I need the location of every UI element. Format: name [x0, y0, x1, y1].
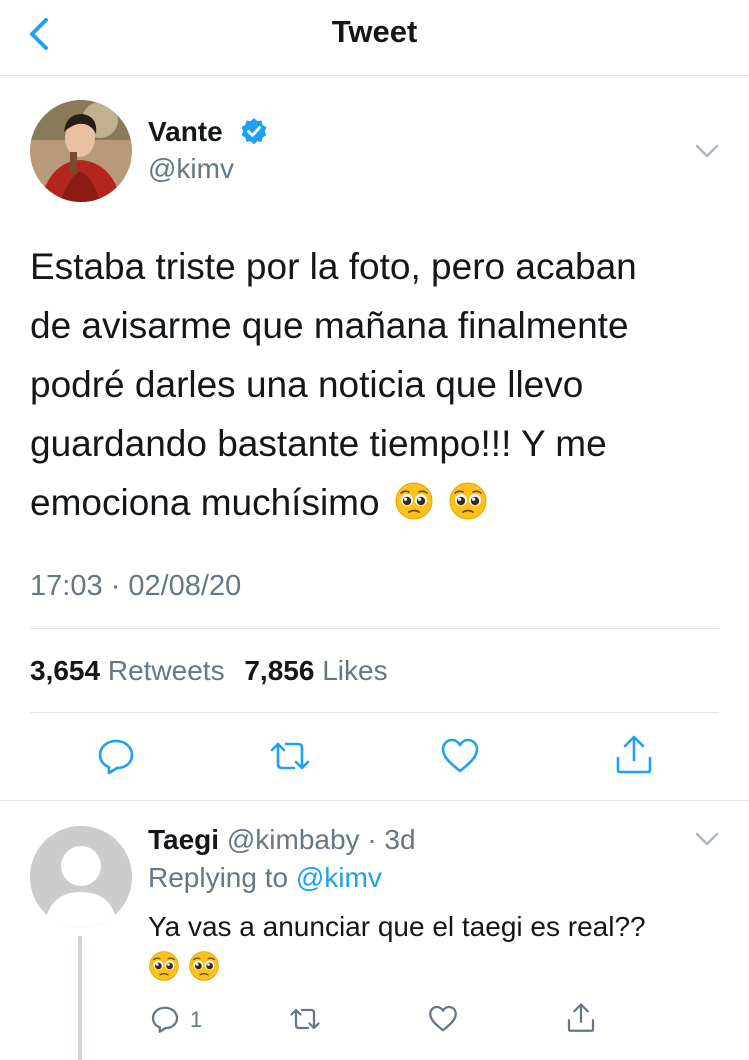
reply-header: Taegi @kimbaby · 3d: [148, 824, 416, 856]
reply-icon[interactable]: [96, 736, 136, 776]
verified-badge-icon: [241, 118, 267, 145]
page-title: Tweet: [331, 14, 418, 49]
pleading-face-icon: [189, 951, 219, 981]
pleading-face-icon: [149, 951, 179, 981]
divider: [0, 800, 749, 801]
retweet-icon[interactable]: [268, 736, 312, 776]
replying-to-mention[interactable]: @kimv: [296, 862, 382, 893]
pleading-face-icon: [449, 482, 487, 520]
reply-emojis: [148, 950, 228, 984]
retweets-label[interactable]: Retweets: [108, 655, 225, 686]
divider: [30, 712, 719, 713]
replying-to-prefix: Replying to: [148, 862, 289, 893]
share-icon[interactable]: [566, 1002, 596, 1034]
chevron-down-icon[interactable]: [692, 824, 722, 854]
reply-time[interactable]: · 3d: [367, 824, 415, 855]
retweets-count[interactable]: 3,654: [30, 655, 100, 686]
chevron-down-icon[interactable]: [692, 136, 722, 166]
share-icon[interactable]: [614, 734, 654, 776]
reply-author-name[interactable]: Taegi: [148, 824, 219, 855]
tweet-text: Estaba triste por la foto, pero acaban d…: [30, 237, 720, 532]
author-name[interactable]: Vante: [148, 116, 223, 148]
author-handle[interactable]: @kimv: [148, 153, 234, 185]
engagement-stats: 3,654 Retweets 7,856 Likes: [30, 655, 400, 687]
thread-line: [78, 936, 82, 1060]
divider: [30, 628, 719, 629]
top-bar: Tweet: [0, 0, 749, 76]
pleading-face-icon: [395, 482, 433, 520]
reply-avatar[interactable]: [30, 826, 132, 928]
reply-count: 1: [190, 1007, 203, 1032]
heart-icon[interactable]: [428, 1004, 458, 1034]
tweet-timestamp[interactable]: 17:03 · 02/08/20: [30, 570, 241, 603]
tweet-text-content: Estaba triste por la foto, pero acaban d…: [30, 246, 637, 523]
reply-text: Ya vas a anunciar que el taegi es real??: [148, 911, 646, 942]
likes-count[interactable]: 7,856: [244, 655, 314, 686]
retweet-icon[interactable]: [288, 1004, 322, 1034]
reply-icon[interactable]: [150, 1004, 180, 1034]
likes-label[interactable]: Likes: [322, 655, 387, 686]
replying-to: Replying to @kimv: [148, 862, 382, 894]
reply-author-handle[interactable]: @kimbaby: [227, 824, 360, 855]
author-avatar[interactable]: [30, 100, 132, 202]
heart-icon[interactable]: [440, 736, 480, 776]
